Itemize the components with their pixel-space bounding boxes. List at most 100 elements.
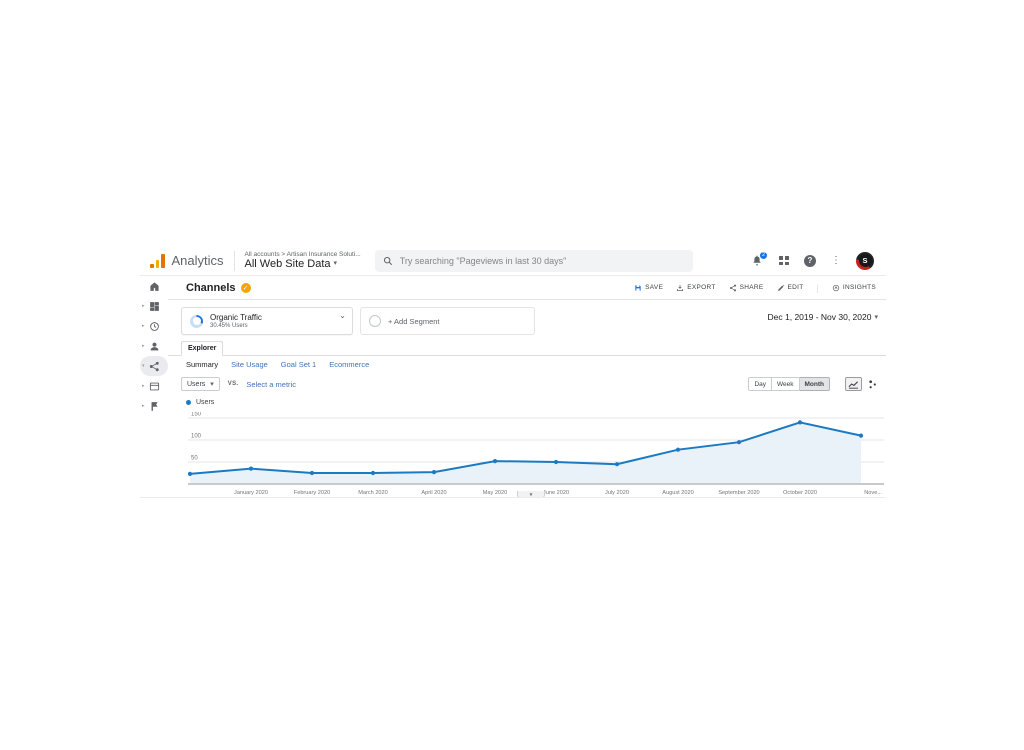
acquisition-network-icon: [149, 361, 160, 372]
export-button[interactable]: EXPORT: [676, 284, 715, 292]
sidebar-item-audience[interactable]: ▸: [140, 336, 168, 356]
property-title[interactable]: All Web Site Data: [245, 258, 331, 270]
motion-chart-icon: [867, 379, 878, 390]
chart-legend: Users: [168, 395, 886, 409]
svg-text:50: 50: [191, 456, 198, 462]
notifications-button[interactable]: 2: [751, 254, 764, 268]
sidebar-item-conversions[interactable]: ▸: [140, 396, 168, 416]
home-icon: [149, 281, 160, 292]
explorer-tab-strip: Explorer: [168, 340, 886, 356]
add-segment-button[interactable]: + Add Segment: [360, 307, 535, 335]
insights-icon: [832, 284, 840, 292]
search-icon: [383, 256, 393, 266]
collapse-arrow-icon: ▾: [142, 363, 145, 369]
vs-label: VS.: [228, 381, 239, 387]
report-title-bar: Channels ✓ SAVE EXPORT SHARE EDIT: [168, 276, 886, 300]
expand-arrow-icon: ▸: [142, 303, 145, 309]
chevron-down-icon: ▾: [210, 380, 214, 388]
svg-text:March 2020: March 2020: [358, 490, 388, 496]
users-line-chart: 50 100 150 January 2020 February 2020 March 2…: [188, 412, 884, 498]
chevron-down-icon[interactable]: ⌄: [339, 311, 346, 320]
expand-arrow-icon: ▸: [142, 323, 145, 329]
granularity-day-button[interactable]: Day: [748, 377, 772, 391]
segment-name: Organic Traffic: [210, 313, 262, 323]
account-switcher[interactable]: All accounts > Artisan Insurance Soluti.…: [245, 251, 361, 270]
edit-button[interactable]: EDIT: [777, 284, 804, 292]
svg-text:100: 100: [191, 434, 202, 440]
svg-text:June 2020: June 2020: [543, 490, 569, 496]
subtab-goal-set-1[interactable]: Goal Set 1: [281, 360, 316, 369]
add-segment-label: + Add Segment: [388, 317, 440, 326]
save-button[interactable]: SAVE: [634, 284, 663, 292]
add-segment-circle-icon: [369, 315, 381, 327]
actions-divider: |: [817, 283, 819, 293]
expand-arrow-icon: ▸: [142, 403, 145, 409]
granularity-month-button[interactable]: Month: [800, 377, 831, 391]
metric-toolbar: Users ▾ VS. Select a metric Day Week Mon…: [168, 373, 886, 395]
line-chart-icon: [848, 380, 859, 389]
search-input[interactable]: [400, 256, 685, 266]
realtime-clock-icon: [149, 321, 160, 332]
svg-text:January 2020: January 2020: [234, 490, 268, 496]
motion-chart-button[interactable]: [867, 379, 878, 390]
export-icon: [676, 284, 684, 292]
metric-dropdown-value: Users: [187, 381, 205, 388]
svg-text:150: 150: [191, 412, 202, 418]
date-range-selector[interactable]: Dec 1, 2019 - Nov 30, 2020 ▾: [768, 312, 878, 322]
legend-label: Users: [196, 399, 214, 406]
chevron-down-icon: ▾: [874, 313, 878, 321]
top-app-bar: Analytics All accounts > Artisan Insuran…: [140, 246, 886, 276]
help-icon[interactable]: ?: [804, 255, 816, 267]
breadcrumb[interactable]: All accounts > Artisan Insurance Soluti.…: [245, 251, 361, 258]
behavior-window-icon: [149, 381, 160, 392]
segment-donut-icon: [190, 315, 203, 328]
subtab-site-usage[interactable]: Site Usage: [231, 360, 268, 369]
line-chart-type-button[interactable]: [845, 377, 862, 391]
svg-text:April 2020: April 2020: [421, 490, 446, 496]
chevron-down-icon: ▾: [334, 260, 338, 268]
customization-icon: [149, 301, 160, 312]
svg-text:Nove...: Nove...: [864, 490, 882, 496]
svg-text:July 2020: July 2020: [605, 490, 629, 496]
expand-arrow-icon: ▸: [142, 383, 145, 389]
sidebar-item-realtime[interactable]: ▸: [140, 316, 168, 336]
audience-person-icon: [149, 341, 160, 352]
svg-text:May 2020: May 2020: [483, 490, 508, 496]
page-title: Channels: [186, 282, 236, 294]
search-bar[interactable]: [375, 250, 693, 272]
share-button[interactable]: SHARE: [729, 284, 764, 292]
analytics-app-window: Analytics All accounts > Artisan Insuran…: [140, 246, 886, 498]
subtab-ecommerce[interactable]: Ecommerce: [329, 360, 369, 369]
share-icon: [729, 284, 737, 292]
svg-text:August 2020: August 2020: [662, 490, 693, 496]
insights-button[interactable]: INSIGHTS: [832, 284, 876, 292]
sidebar-item-home[interactable]: [140, 276, 168, 296]
verified-badge-icon: ✓: [241, 283, 251, 293]
edit-pencil-icon: [777, 284, 785, 292]
expand-arrow-icon: ▸: [142, 343, 145, 349]
more-options-icon[interactable]: ⋮: [831, 256, 841, 266]
subtab-summary[interactable]: Summary: [186, 360, 218, 369]
notification-count-badge: 2: [759, 251, 768, 260]
date-range-value: Dec 1, 2019 - Nov 30, 2020: [768, 312, 872, 322]
granularity-week-button[interactable]: Week: [772, 377, 800, 391]
tab-explorer[interactable]: Explorer: [181, 341, 223, 356]
sidebar-item-behavior[interactable]: ▸: [140, 376, 168, 396]
product-name: Analytics: [172, 253, 224, 268]
avatar[interactable]: S: [856, 252, 874, 270]
svg-text:October 2020: October 2020: [783, 490, 817, 496]
sidebar-item-customization[interactable]: ▸: [140, 296, 168, 316]
granularity-toggle: Day Week Month: [748, 377, 830, 391]
content-bottom-edge: [140, 497, 886, 498]
svg-text:September 2020: September 2020: [718, 490, 759, 496]
segment-card-organic-traffic[interactable]: Organic Traffic 30.45% Users ⌄: [181, 307, 353, 335]
header-divider: [234, 251, 235, 271]
segment-row: Organic Traffic 30.45% Users ⌄ + Add Seg…: [168, 300, 886, 340]
svg-text:February 2020: February 2020: [294, 490, 330, 496]
google-apps-icon[interactable]: [779, 256, 789, 265]
select-metric-link[interactable]: Select a metric: [246, 380, 296, 389]
metric-dropdown[interactable]: Users ▾: [181, 377, 220, 391]
sidebar-item-acquisition[interactable]: ▾: [140, 356, 168, 376]
analytics-logo-icon[interactable]: [150, 254, 165, 268]
subtab-strip: Summary Site Usage Goal Set 1 Ecommerce: [168, 356, 886, 373]
